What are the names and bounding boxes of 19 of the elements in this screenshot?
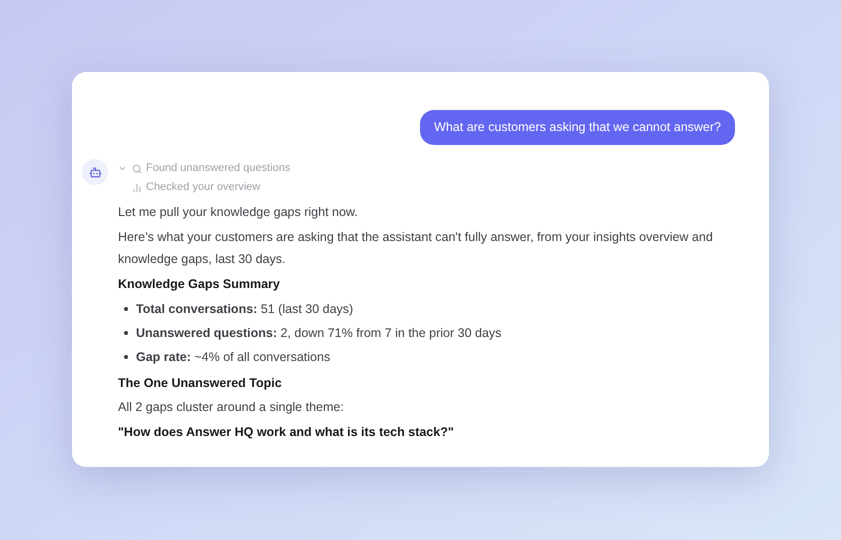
reply-heading: The One Unanswered Topic: [118, 375, 283, 392]
step-label: Found unanswered questions: [146, 161, 290, 176]
bullet-text: Total conversations: 51 (last 30 days): [136, 300, 354, 318]
chevron-icon[interactable]: [118, 164, 127, 173]
user-message: What are customers asking that we cannot answer?: [420, 110, 735, 145]
bullet-text: Gap rate: ~4% of all conversations: [136, 348, 330, 366]
reply-paragraph: All 2 gaps cluster around a single theme:: [118, 399, 345, 416]
reply-heading: "How does Answer HQ work and what is its tech stack?": [118, 424, 455, 441]
bullet-icon: [124, 307, 128, 311]
bot-avatar-icon: [82, 159, 108, 185]
reply-heading: Knowledge Gaps Summary: [118, 276, 281, 293]
bullet-icon: [124, 355, 128, 359]
search-icon: [132, 164, 142, 174]
reply-paragraph: Here’s what your customers are asking that the assistant can't fully answer, from your insights overview and knowledge gaps, last 30 days.: [118, 229, 714, 268]
chart-icon: [132, 182, 142, 192]
bullet-text: Unanswered questions: 2, down 71% from 7 in the prior 30 days: [136, 324, 502, 342]
bullet-icon: [124, 331, 128, 335]
step-label: Checked your overview: [146, 180, 260, 196]
reply-paragraph: Let me pull your knowledge gaps right now.: [118, 204, 359, 221]
